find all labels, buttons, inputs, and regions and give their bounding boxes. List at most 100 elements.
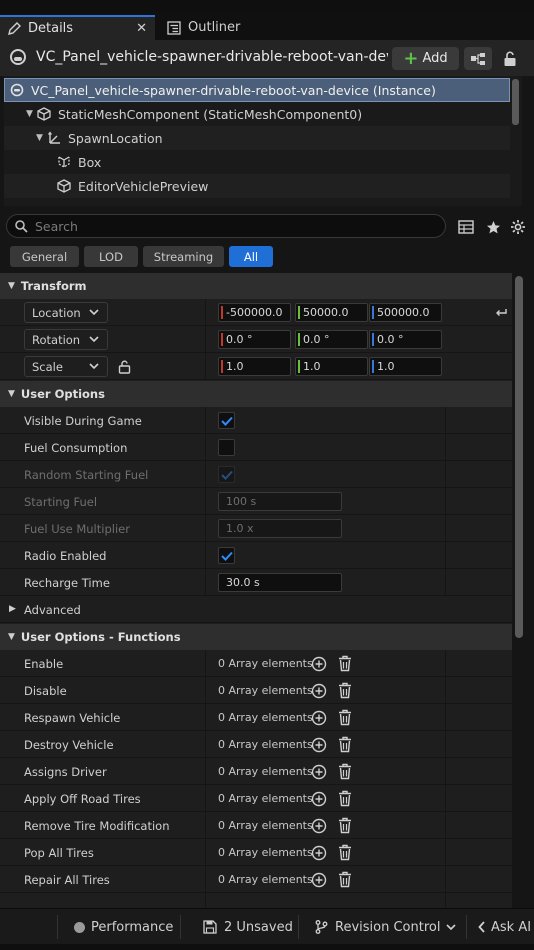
- blueprint-button[interactable]: [464, 47, 492, 70]
- column-divider: [205, 866, 206, 893]
- location-z-field[interactable]: 500000.0: [369, 303, 442, 322]
- property-row-visible-during-game: Visible During Game: [0, 407, 512, 434]
- add-element-icon[interactable]: [311, 818, 327, 834]
- unsaved-button[interactable]: 2 Unsaved: [203, 909, 293, 945]
- column-divider: [445, 731, 446, 758]
- location-dropdown[interactable]: Location: [24, 302, 108, 323]
- collapse-arrow-icon: ▼: [8, 281, 15, 291]
- expand-arrow-icon[interactable]: ▼: [26, 109, 36, 119]
- filter-general[interactable]: General: [10, 246, 79, 267]
- tab-bar: Details ✕ Outliner: [0, 12, 534, 40]
- tree-row-editor-vehicle-preview[interactable]: EditorVehiclePreview: [4, 174, 510, 198]
- tree-scrollbar[interactable]: [512, 79, 519, 125]
- add-element-icon[interactable]: [311, 845, 327, 861]
- add-component-button[interactable]: + Add: [392, 47, 459, 70]
- gear-icon[interactable]: [509, 219, 527, 235]
- tab-outliner-label: Outliner: [188, 20, 241, 35]
- add-element-icon[interactable]: [311, 656, 327, 672]
- revision-control-label: Revision Control: [335, 919, 441, 935]
- filter-streaming[interactable]: Streaming: [143, 246, 224, 267]
- trash-icon[interactable]: [337, 817, 353, 834]
- trash-icon[interactable]: [337, 763, 353, 780]
- scale-dropdown[interactable]: Scale: [24, 356, 108, 377]
- section-title: Transform: [20, 279, 87, 293]
- trash-icon[interactable]: [337, 871, 353, 888]
- chevron-down-icon: [89, 336, 99, 343]
- trash-icon[interactable]: [337, 736, 353, 753]
- checkmark-icon: [220, 416, 233, 426]
- column-divider: [445, 866, 446, 893]
- trash-icon[interactable]: [337, 709, 353, 726]
- add-element-icon[interactable]: [311, 710, 327, 726]
- advanced-label: Advanced: [24, 602, 81, 617]
- tree-row-spawn-location[interactable]: ▼ SpawnLocation: [4, 126, 510, 150]
- tree-row-static-mesh[interactable]: ▼ StaticMeshComponent (StaticMeshCompone…: [4, 102, 510, 126]
- tab-details[interactable]: Details ✕: [0, 15, 155, 40]
- array-count: 0 Array elements: [218, 684, 313, 697]
- rotation-dropdown[interactable]: Rotation: [24, 329, 108, 350]
- scale-y-field[interactable]: 1.0: [295, 357, 368, 376]
- performance-button[interactable]: Performance: [74, 909, 173, 945]
- chevron-down-icon: [89, 363, 99, 370]
- unsaved-label: 2 Unsaved: [224, 919, 293, 935]
- trash-icon[interactable]: [337, 844, 353, 861]
- function-row-pop-all-tires: Pop All Tires 0 Array elements: [0, 839, 512, 866]
- filter-lod[interactable]: LOD: [84, 246, 138, 267]
- add-element-icon[interactable]: [311, 791, 327, 807]
- close-icon[interactable]: ✕: [136, 21, 147, 36]
- visible-during-game-checkbox[interactable]: [218, 412, 235, 429]
- expand-arrow-icon[interactable]: ▼: [36, 133, 46, 143]
- column-divider: [445, 569, 446, 596]
- add-element-icon[interactable]: [311, 737, 327, 753]
- add-element-icon[interactable]: [311, 872, 327, 888]
- table-view-icon[interactable]: [457, 219, 475, 235]
- section-user-options[interactable]: ▼ User Options: [0, 381, 512, 407]
- scale-x-field[interactable]: 1.0: [218, 357, 291, 376]
- ask-ai-button[interactable]: Ask AI: [478, 909, 531, 945]
- cube-icon: [56, 178, 72, 194]
- details-scrollbar[interactable]: [515, 276, 523, 638]
- function-row-assigns-driver: Assigns Driver 0 Array elements: [0, 758, 512, 785]
- trash-icon[interactable]: [337, 790, 353, 807]
- radio-enabled-checkbox[interactable]: [218, 547, 235, 564]
- section-transform[interactable]: ▼ Transform: [0, 273, 512, 299]
- search-input[interactable]: [35, 217, 435, 235]
- trash-icon[interactable]: [337, 682, 353, 699]
- tab-details-label: Details: [28, 21, 74, 36]
- scale-z-field[interactable]: 1.0: [369, 357, 442, 376]
- rotation-x-field[interactable]: 0.0 °: [218, 330, 291, 349]
- reset-arrow-icon[interactable]: [494, 306, 508, 318]
- column-divider: [205, 461, 206, 488]
- add-element-icon[interactable]: [311, 764, 327, 780]
- lock-button[interactable]: [500, 49, 520, 69]
- checkmark-icon: [220, 551, 233, 561]
- fuel-consumption-checkbox[interactable]: [218, 439, 235, 456]
- tab-outliner[interactable]: Outliner: [160, 15, 280, 40]
- location-x-field[interactable]: -500000.0: [218, 303, 291, 322]
- star-icon[interactable]: [484, 219, 502, 235]
- add-element-icon[interactable]: [311, 683, 327, 699]
- rotation-z-field[interactable]: 0.0 °: [369, 330, 442, 349]
- rotation-y-field[interactable]: 0.0 °: [295, 330, 368, 349]
- save-icon: [203, 920, 217, 934]
- unlock-icon[interactable]: [118, 360, 131, 374]
- array-count: 0 Array elements: [218, 657, 313, 670]
- tree-row-box[interactable]: Box: [4, 150, 510, 174]
- column-divider: [445, 461, 446, 488]
- performance-label: Performance: [91, 919, 174, 935]
- location-y-field[interactable]: 50000.0: [295, 303, 368, 322]
- advanced-row[interactable]: ▶ Advanced: [0, 596, 512, 623]
- filter-all[interactable]: All: [229, 246, 273, 267]
- section-title: User Options - Functions: [20, 630, 181, 644]
- column-divider: [205, 434, 206, 461]
- function-row-destroy-vehicle: Destroy Vehicle 0 Array elements: [0, 731, 512, 758]
- property-row-recharge-time: Recharge Time 30.0 s: [0, 569, 512, 596]
- tree-row-instance[interactable]: VC_Panel_vehicle-spawner-drivable-reboot…: [4, 78, 510, 102]
- trash-icon[interactable]: [337, 655, 353, 672]
- recharge-time-field[interactable]: 30.0 s: [218, 573, 342, 592]
- array-count: 0 Array elements: [218, 765, 313, 778]
- revision-control-button[interactable]: Revision Control: [315, 909, 457, 945]
- property-panel: ▼ Transform Location -500000.0 50000.0 5…: [0, 273, 512, 908]
- tree-row-label: EditorVehiclePreview: [78, 178, 209, 194]
- section-user-options-functions[interactable]: ▼ User Options - Functions: [0, 624, 512, 650]
